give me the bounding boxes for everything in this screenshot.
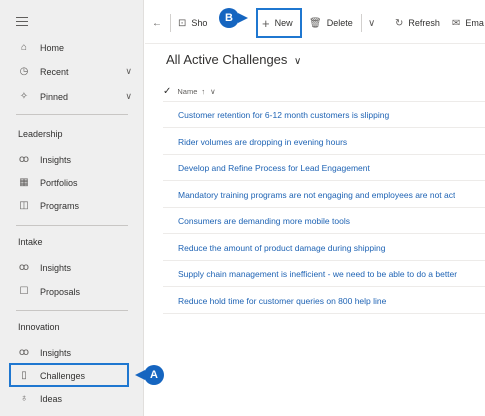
sidebar-item-label: Portfolios [40, 178, 78, 188]
arrow-left-icon: ← [152, 17, 162, 29]
sidebar-item-innovation-insights[interactable]: ꝏ Insights [0, 342, 144, 364]
chevron-down-icon[interactable]: ∨ [210, 87, 216, 96]
sidebar-item-intake-insights[interactable]: ꝏ Insights [0, 257, 144, 279]
section-title-intake: Intake [18, 237, 43, 247]
portfolio-icon: ▦ [19, 177, 29, 188]
table-row[interactable]: Reduce hold time for customer queries on… [163, 288, 485, 314]
sidebar-item-label: Insights [40, 348, 72, 358]
sidebar-item-leadership-insights[interactable]: ꝏ Insights [0, 149, 144, 171]
callout-a-highlight [9, 363, 129, 387]
section-title-leadership: Leadership [18, 129, 63, 139]
sidebar: ⌂ Home ◷ Recent ∨ ✧ Pinned ∨ Leadership … [0, 0, 144, 416]
lightbulb-icon: ♁ [20, 393, 28, 404]
table-row[interactable]: Develop and Refine Process for Lead Enga… [163, 155, 485, 181]
select-all-checkbox[interactable]: ✓ [163, 86, 171, 97]
view-title: All Active Challenges [166, 52, 288, 67]
email-link-button[interactable]: ✉ Ema [452, 15, 484, 31]
table-row[interactable]: Customer retention for 6-12 month custom… [163, 102, 485, 128]
email-icon: ✉ [452, 17, 461, 29]
chevron-down-icon: ∨ [368, 17, 376, 29]
chart-icon: ⊡ [178, 17, 187, 29]
trash-icon: 🗑 [309, 17, 322, 29]
sidebar-item-portfolios[interactable]: ▦ Portfolios [0, 172, 144, 194]
table-row[interactable]: Rider volumes are dropping in evening ho… [163, 129, 485, 155]
proposals-icon: ☐ [19, 286, 29, 297]
refresh-icon: ↻ [395, 17, 404, 29]
challenge-link[interactable]: Develop and Refine Process for Lead Enga… [178, 163, 370, 173]
insights-icon: ꝏ [18, 154, 30, 165]
toolbar-separator [361, 14, 362, 32]
sidebar-item-label: Programs [40, 201, 80, 211]
view-selector[interactable]: All Active Challenges ∨ [166, 52, 301, 67]
toolbar-separator [170, 14, 171, 32]
grid-column-header: ✓ Name ↑ ∨ [163, 83, 485, 99]
delete-label: Delete [326, 18, 353, 28]
chevron-down-icon[interactable]: ∨ [125, 91, 132, 102]
sidebar-divider [16, 114, 128, 115]
show-chart-button[interactable]: ⊡ Sho [178, 15, 207, 31]
clock-icon: ◷ [19, 66, 29, 77]
pin-icon: ✧ [19, 91, 29, 102]
sidebar-divider [16, 310, 128, 311]
table-row[interactable]: Mandatory training programs are not enga… [163, 182, 485, 208]
insights-icon: ꝏ [18, 347, 30, 358]
sidebar-item-label: Pinned [40, 92, 69, 102]
challenge-link[interactable]: Rider volumes are dropping in evening ho… [178, 137, 347, 147]
challenge-link[interactable]: Mandatory training programs are not enga… [178, 190, 455, 200]
sidebar-item-label: Recent [40, 67, 69, 77]
table-row[interactable]: Reduce the amount of product damage duri… [163, 235, 485, 261]
sidebar-item-recent[interactable]: ◷ Recent ∨ [0, 61, 144, 83]
section-title-innovation: Innovation [18, 322, 60, 332]
more-dropdown[interactable]: ∨ [368, 15, 380, 31]
table-row[interactable]: Supply chain management is inefficient -… [163, 261, 485, 287]
sidebar-item-label: Proposals [40, 287, 81, 297]
challenge-link[interactable]: Reduce the amount of product damage duri… [178, 243, 385, 253]
challenge-link[interactable]: Reduce hold time for customer queries on… [178, 296, 386, 306]
home-icon: ⌂ [20, 42, 28, 53]
sidebar-item-label: Insights [40, 155, 72, 165]
column-name-header[interactable]: Name [177, 87, 197, 96]
sidebar-item-programs[interactable]: ◫ Programs [0, 195, 144, 217]
callout-a-badge: A [135, 365, 164, 385]
challenge-link[interactable]: Consumers are demanding more mobile tool… [178, 216, 350, 226]
chevron-down-icon: ∨ [294, 56, 302, 67]
sidebar-item-label: Ideas [40, 394, 63, 404]
refresh-label: Refresh [408, 18, 440, 28]
table-row[interactable]: Consumers are demanding more mobile tool… [163, 208, 485, 234]
back-button[interactable]: ← [152, 15, 167, 31]
challenge-link[interactable]: Supply chain management is inefficient -… [178, 269, 457, 279]
sidebar-item-label: Home [40, 43, 65, 53]
delete-button[interactable]: 🗑 Delete [309, 15, 353, 31]
challenge-link[interactable]: Customer retention for 6-12 month custom… [178, 110, 389, 120]
callout-b-badge: B [219, 8, 248, 28]
sort-arrow-icon: ↑ [201, 86, 206, 96]
insights-icon: ꝏ [18, 262, 30, 273]
email-label: Ema [465, 18, 484, 28]
chevron-down-icon[interactable]: ∨ [125, 66, 132, 77]
sidebar-item-pinned[interactable]: ✧ Pinned ∨ [0, 86, 144, 108]
callout-b-highlight [256, 8, 302, 38]
sidebar-divider [16, 225, 128, 226]
sidebar-item-proposals[interactable]: ☐ Proposals [0, 281, 144, 303]
hamburger-menu-icon[interactable] [16, 17, 28, 27]
sidebar-item-label: Insights [40, 263, 72, 273]
sidebar-item-ideas[interactable]: ♁ Ideas [0, 388, 144, 410]
sidebar-item-home[interactable]: ⌂ Home [0, 37, 144, 59]
refresh-button[interactable]: ↻ Refresh [395, 15, 440, 31]
programs-icon: ◫ [19, 200, 29, 211]
show-chart-label: Sho [191, 18, 208, 28]
